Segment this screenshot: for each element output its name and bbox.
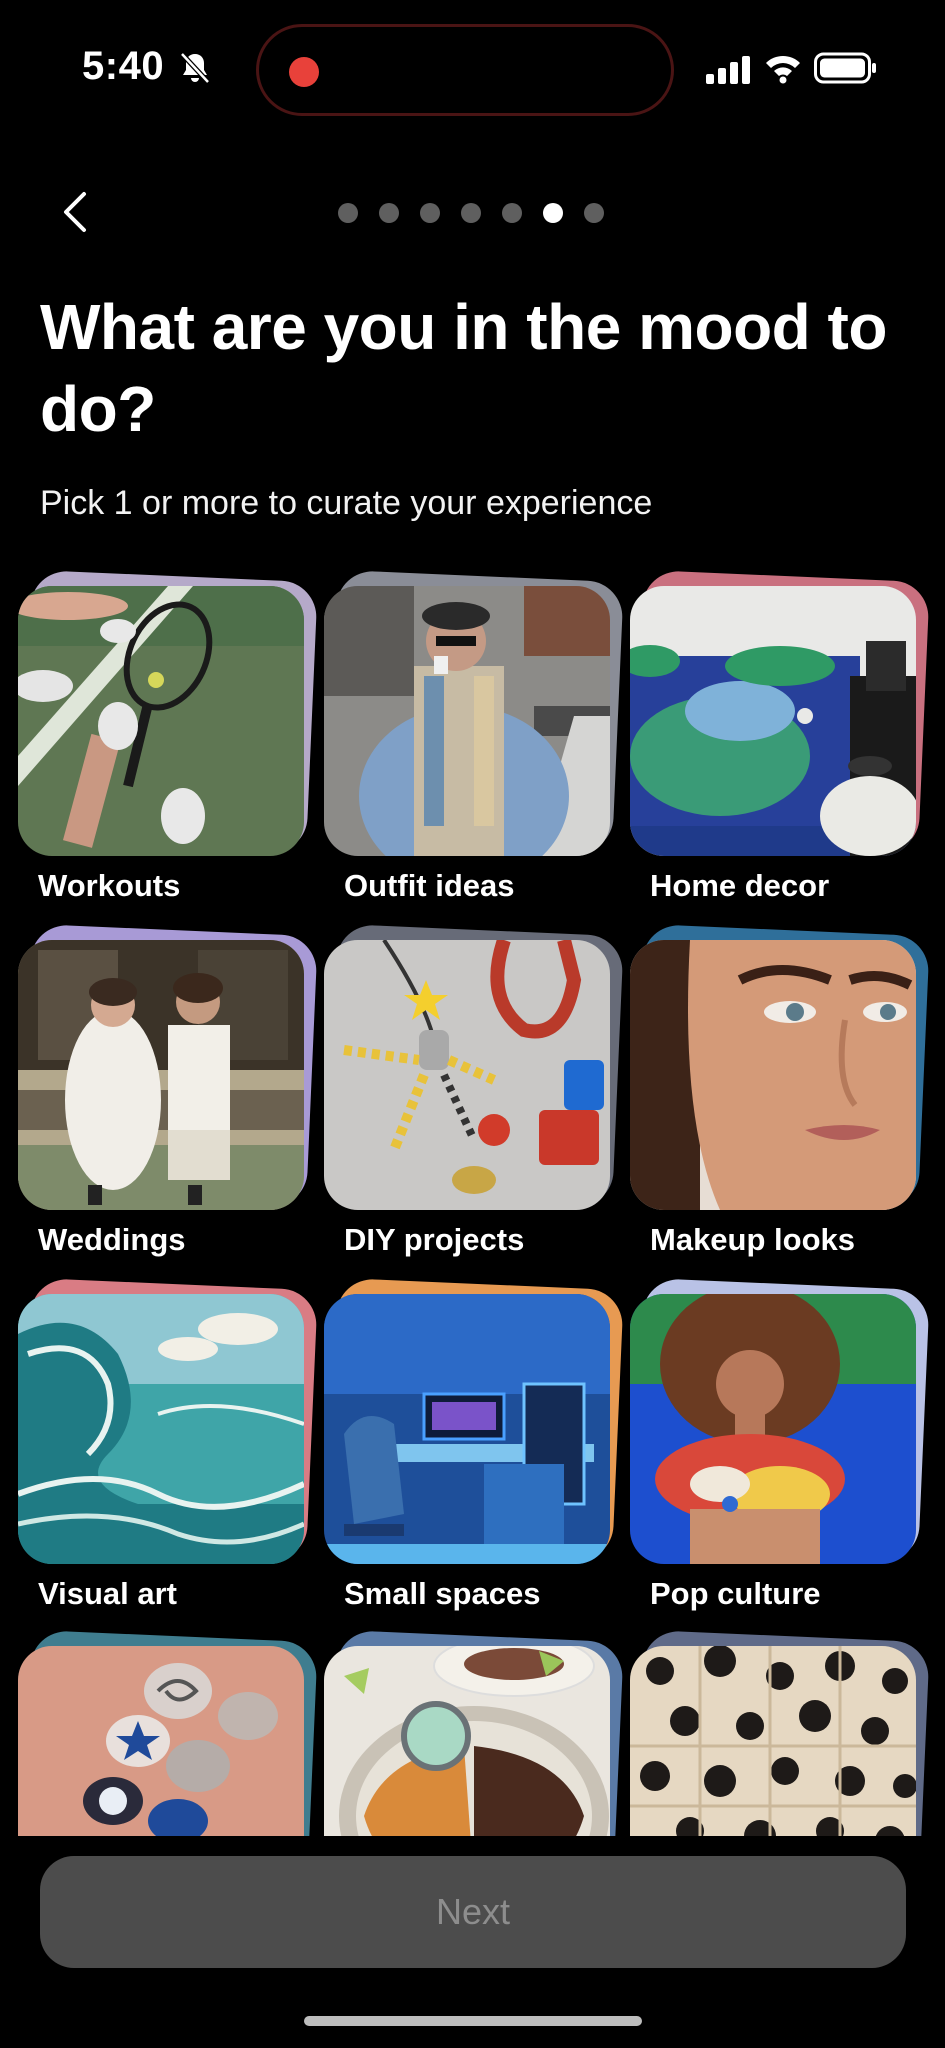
topic-grid: Workouts Outfit ideas Home decor Wedding… — [0, 570, 945, 1836]
battery-icon — [814, 52, 876, 84]
topic-label: Workouts — [38, 868, 181, 903]
topic-label: Makeup looks — [650, 1222, 855, 1257]
progress-dot — [420, 203, 440, 223]
status-time: 5:40 — [82, 44, 165, 88]
home-indicator — [304, 2016, 642, 2026]
progress-dot — [379, 203, 399, 223]
progress-dot — [584, 203, 604, 223]
visual-art-image — [18, 1294, 304, 1564]
topic-card-desserts[interactable] — [630, 1629, 930, 1836]
page-title: What are you in the mood to do? — [40, 291, 887, 445]
topic-label: Outfit ideas — [344, 868, 515, 903]
weddings-image — [18, 940, 304, 1210]
bell-slash-icon — [180, 52, 210, 84]
topic-label: Small spaces — [344, 1576, 541, 1611]
topic-card-recipes[interactable] — [324, 1629, 624, 1836]
topic-label: DIY projects — [344, 1222, 525, 1257]
topic-card-workouts[interactable]: Workouts — [18, 570, 318, 903]
makeup-looks-image — [630, 940, 916, 1210]
topic-card-makeup-looks[interactable]: Makeup looks — [630, 923, 930, 1257]
topic-card-outfit-ideas[interactable]: Outfit ideas — [324, 570, 624, 903]
progress-dot — [502, 203, 522, 223]
topic-card-pop-culture[interactable]: Pop culture — [630, 1277, 930, 1611]
progress-dot — [461, 203, 481, 223]
topic-label: Home decor — [650, 868, 830, 903]
topic-label: Pop culture — [650, 1576, 821, 1611]
topic-card-weddings[interactable]: Weddings — [18, 923, 318, 1257]
nail-art-image — [18, 1646, 304, 1836]
topic-label: Weddings — [38, 1222, 186, 1257]
topic-card-diy-projects[interactable]: DIY projects — [324, 923, 624, 1257]
topic-card-visual-art[interactable]: Visual art — [18, 1277, 318, 1611]
diy-projects-image — [324, 940, 610, 1210]
cellular-signal-icon — [706, 56, 750, 84]
page-subtitle: Pick 1 or more to curate your experience — [40, 484, 653, 522]
home-decor-image — [630, 586, 916, 856]
topic-card-small-spaces[interactable]: Small spaces — [324, 1277, 624, 1611]
dynamic-island — [256, 24, 674, 116]
pop-culture-image — [630, 1294, 916, 1564]
chevron-left-icon — [64, 192, 86, 232]
topic-label: Visual art — [38, 1576, 178, 1611]
progress-dot-active — [543, 203, 563, 223]
step-progress-dots — [338, 203, 604, 223]
wifi-icon — [766, 55, 800, 84]
desserts-image — [630, 1646, 916, 1836]
progress-dot — [338, 203, 358, 223]
back-button[interactable] — [44, 180, 104, 244]
next-button[interactable]: Next — [40, 1856, 906, 1968]
recording-indicator-icon — [289, 57, 319, 87]
outfit-ideas-image — [324, 586, 610, 856]
topic-card-nail-art[interactable] — [18, 1629, 318, 1836]
small-spaces-image — [324, 1294, 610, 1564]
recipes-image — [324, 1646, 610, 1836]
topic-card-home-decor[interactable]: Home decor — [630, 570, 930, 903]
onboarding-screen: 5:40 What are you in the mood to do? Pic… — [0, 0, 945, 2048]
workouts-image — [18, 586, 304, 856]
